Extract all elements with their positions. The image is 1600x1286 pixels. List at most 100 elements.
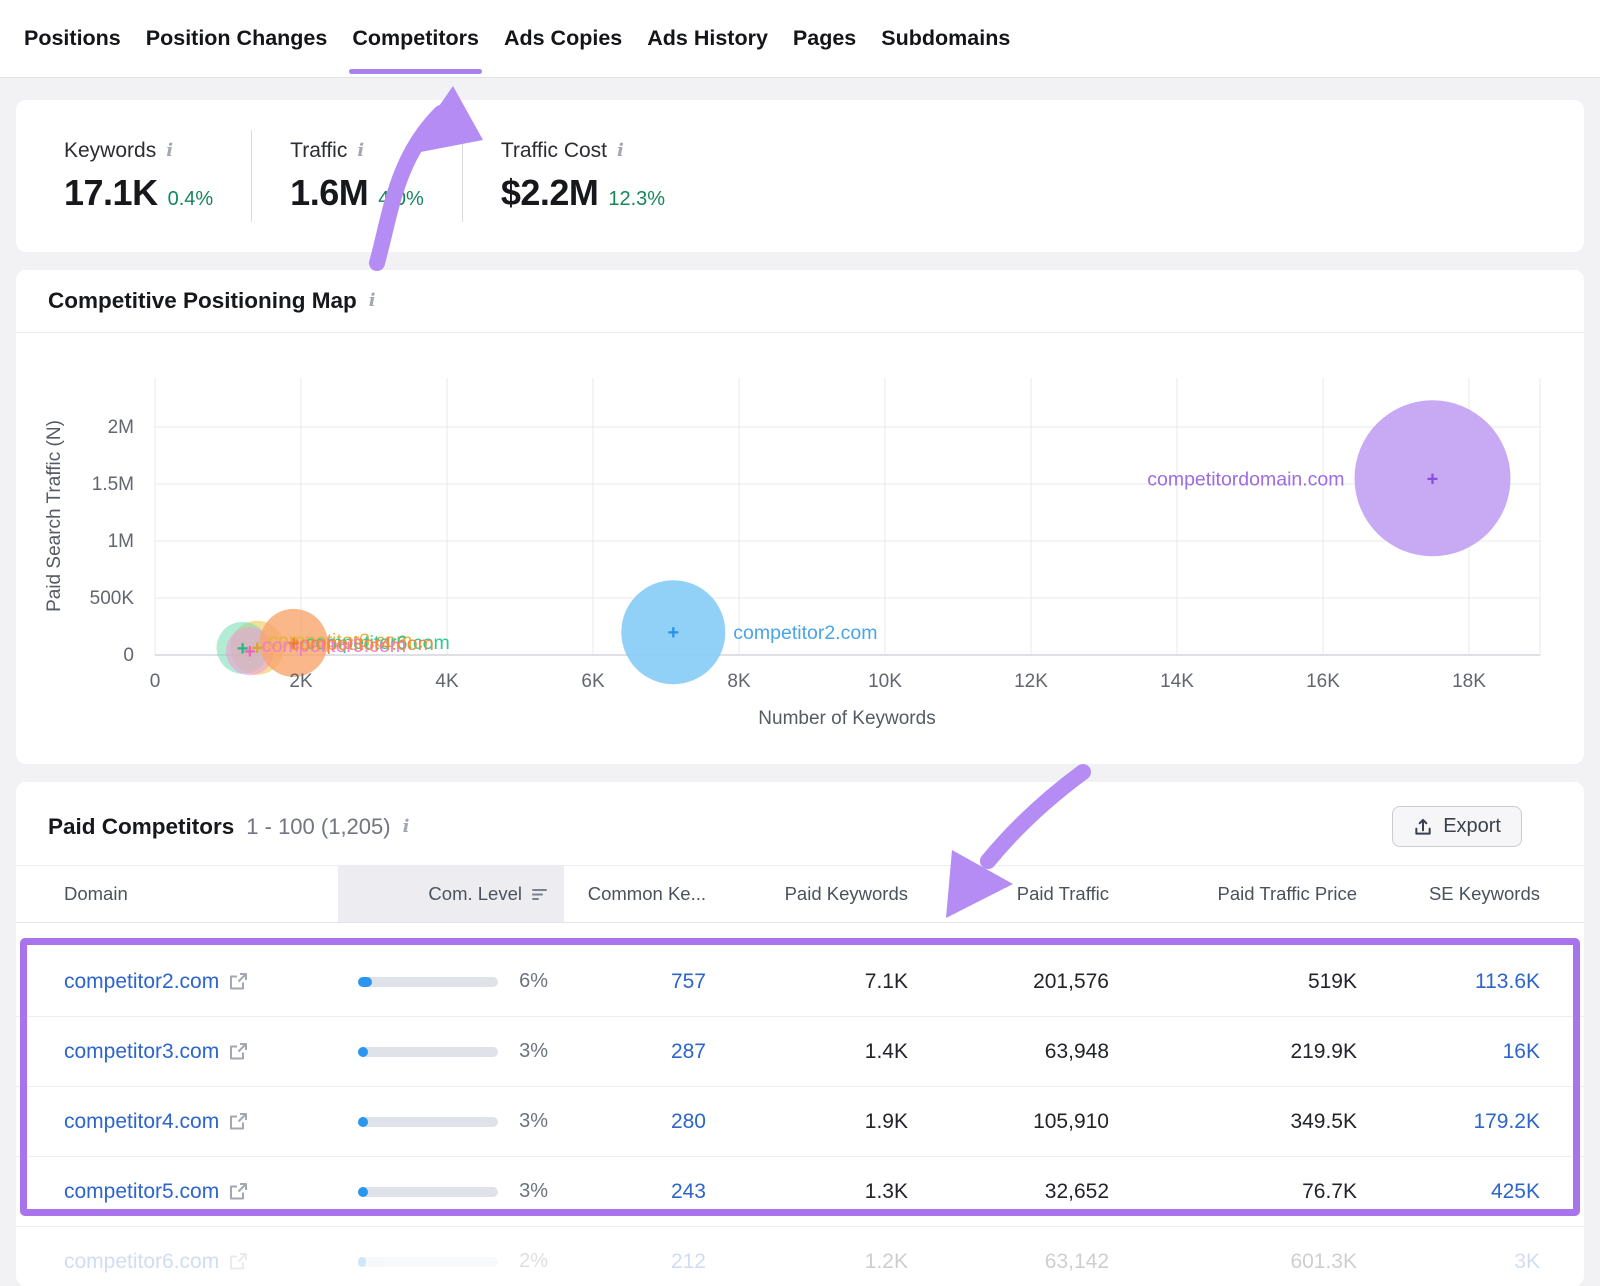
export-button[interactable]: Export: [1392, 806, 1522, 847]
paid-traffic-price-value: 519K: [1109, 970, 1357, 994]
domain-cell: competitor2.com: [64, 970, 338, 994]
stat-delta: 12.3%: [608, 188, 665, 211]
domain-cell: competitor5.com: [64, 1180, 338, 1204]
chart-axis-ticks: 02K4K6K8K10K12K14K16K18K0500K1M1.5M2MNum…: [44, 417, 1486, 729]
tab-position-changes[interactable]: Position Changes: [146, 0, 328, 77]
stat-delta: 4.0%: [378, 188, 424, 211]
se-keywords-link[interactable]: 3K: [1357, 1250, 1540, 1274]
info-icon[interactable]: i: [369, 292, 376, 310]
column-header-paid-traffic-price[interactable]: Paid Traffic Price: [1109, 883, 1357, 905]
se-keywords-link[interactable]: 425K: [1357, 1180, 1540, 1204]
info-icon[interactable]: i: [357, 142, 364, 160]
stat-value: 17.1K: [64, 172, 158, 214]
common-keywords-link[interactable]: 287: [564, 1040, 706, 1064]
com-level-bar: [358, 977, 498, 987]
paid-traffic-price-value: 219.9K: [1109, 1040, 1357, 1064]
bubble-label-competitordomain.com[interactable]: competitordomain.com: [1147, 468, 1344, 490]
stat-label: Traffic: [290, 139, 347, 163]
domain-cell: competitor3.com: [64, 1040, 338, 1064]
external-link-icon[interactable]: [229, 1252, 248, 1271]
common-keywords-link[interactable]: 280: [564, 1110, 706, 1134]
domain-cell: competitor4.com: [64, 1110, 338, 1134]
bubble-label-competitor4.com[interactable]: competitor4.com: [290, 633, 434, 655]
domain-link[interactable]: competitor4.com: [64, 1110, 219, 1134]
bubble-chart: 02K4K6K8K10K12K14K16K18K0500K1M1.5M2MNum…: [16, 334, 1584, 764]
domain-link[interactable]: competitor2.com: [64, 970, 219, 994]
x-tick-label: 16K: [1306, 671, 1340, 692]
com-level-value: 6%: [519, 970, 548, 993]
com-level-bar-fill: [358, 1257, 366, 1267]
domain-link[interactable]: competitor3.com: [64, 1040, 219, 1064]
stat-label-row: Traffic i: [290, 139, 424, 163]
tab-positions[interactable]: Positions: [24, 0, 121, 77]
domain-link[interactable]: competitor5.com: [64, 1180, 219, 1204]
stat-value-row: 17.1K0.4%: [64, 172, 213, 214]
stat-divider: [462, 130, 463, 222]
column-header-common-keywords[interactable]: Common Ke...: [564, 883, 706, 905]
column-header-paid-traffic[interactable]: Paid Traffic: [908, 883, 1109, 905]
com-level-cell: 3%: [338, 1180, 564, 1203]
common-keywords-link[interactable]: 243: [564, 1180, 706, 1204]
se-keywords-link[interactable]: 179.2K: [1357, 1110, 1540, 1134]
paid-traffic-value: 32,652: [908, 1180, 1109, 1204]
se-keywords-link[interactable]: 113.6K: [1357, 970, 1540, 994]
com-level-bar-fill: [358, 1117, 368, 1127]
com-level-value: 2%: [519, 1250, 548, 1273]
stat-traffic-cost: Traffic Costi$2.2M12.3%: [501, 139, 665, 214]
paid-traffic-price-value: 76.7K: [1109, 1180, 1357, 1204]
paid-competitors-card: Paid Competitors 1 - 100 (1,205) i Expor…: [16, 782, 1584, 1286]
info-icon[interactable]: i: [617, 142, 624, 160]
map-title: Competitive Positioning Map: [48, 288, 357, 314]
y-tick-label: 1M: [108, 531, 134, 552]
external-link-icon[interactable]: [229, 972, 248, 991]
tab-ads-copies[interactable]: Ads Copies: [504, 0, 622, 77]
info-icon[interactable]: i: [166, 142, 173, 160]
common-keywords-link[interactable]: 757: [564, 970, 706, 994]
column-header-domain[interactable]: Domain: [64, 883, 338, 905]
bubble-label-competitor2.com[interactable]: competitor2.com: [733, 622, 877, 644]
com-level-bar-fill: [358, 1047, 368, 1057]
domain-link[interactable]: competitor6.com: [64, 1250, 219, 1274]
map-card-header: Competitive Positioning Map i: [16, 270, 1584, 333]
y-tick-label: 1.5M: [92, 474, 134, 495]
paid-competitors-range: 1 - 100 (1,205): [246, 814, 390, 840]
table-header-row: Domain Com. Level Common Ke... Paid Keyw…: [16, 865, 1584, 923]
com-level-cell: 2%: [338, 1250, 564, 1273]
stat-value-row: 1.6M4.0%: [290, 172, 424, 214]
com-level-value: 3%: [519, 1180, 548, 1203]
tab-ads-history[interactable]: Ads History: [647, 0, 768, 77]
x-tick-label: 6K: [581, 671, 605, 692]
chart-bubble-labels: +competitor3.com+competitor6.com+competi…: [237, 468, 1439, 663]
table-row: competitor2.com6%7577.1K201,576519K113.6…: [16, 947, 1584, 1017]
bubble-center-marker: +: [667, 622, 679, 644]
y-tick-label: 500K: [90, 588, 135, 609]
tab-subdomains[interactable]: Subdomains: [881, 0, 1010, 77]
stat-value-row: $2.2M12.3%: [501, 172, 665, 214]
x-tick-label: 12K: [1014, 671, 1048, 692]
external-link-icon[interactable]: [229, 1112, 248, 1131]
table-row: competitor5.com3%2431.3K32,65276.7K425K: [16, 1157, 1584, 1227]
x-tick-label: 2K: [289, 671, 313, 692]
x-tick-label: 8K: [727, 671, 751, 692]
tab-pages[interactable]: Pages: [793, 0, 856, 77]
info-icon[interactable]: i: [403, 818, 410, 836]
com-level-value: 3%: [519, 1110, 548, 1133]
column-header-paid-keywords[interactable]: Paid Keywords: [706, 883, 908, 905]
column-header-com-level[interactable]: Com. Level: [338, 866, 564, 922]
tab-competitors[interactable]: Competitors: [352, 0, 479, 77]
com-level-cell: 3%: [338, 1110, 564, 1133]
com-level-bar: [358, 1187, 498, 1197]
paid-traffic-value: 201,576: [908, 970, 1109, 994]
stat-divider: [251, 130, 252, 222]
common-keywords-link[interactable]: 212: [564, 1250, 706, 1274]
external-link-icon[interactable]: [229, 1182, 248, 1201]
paid-competitors-header: Paid Competitors 1 - 100 (1,205) i Expor…: [16, 782, 1584, 865]
se-keywords-link[interactable]: 16K: [1357, 1040, 1540, 1064]
paid-keywords-value: 1.9K: [706, 1110, 908, 1134]
overview-stats-card: Keywordsi17.1K0.4%Traffici1.6M4.0%Traffi…: [16, 100, 1584, 252]
x-axis-title: Number of Keywords: [758, 708, 935, 729]
external-link-icon[interactable]: [229, 1042, 248, 1061]
chart-gridlines: [155, 378, 1540, 655]
com-level-bar-fill: [358, 977, 372, 987]
column-header-se-keywords[interactable]: SE Keywords: [1357, 883, 1540, 905]
